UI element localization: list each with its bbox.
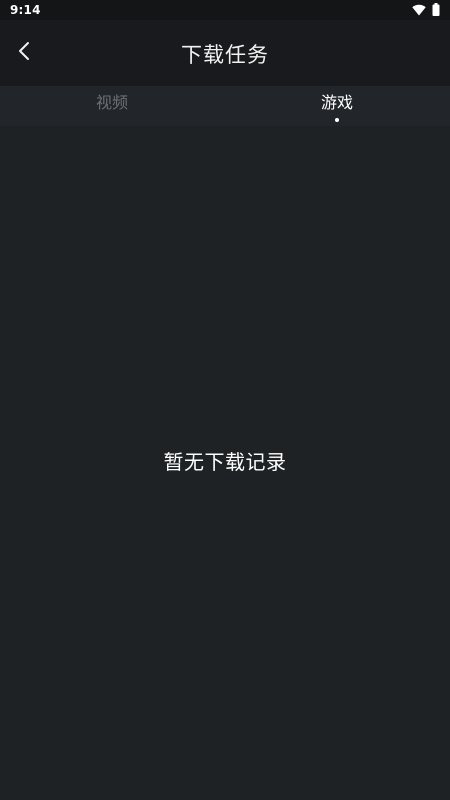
battery-icon (432, 1, 440, 20)
tab-bar: 视频 游戏 (0, 86, 450, 126)
status-icons (412, 1, 440, 20)
status-bar: 9:14 (0, 0, 450, 20)
tab-video[interactable]: 视频 (72, 93, 152, 125)
page-title: 下载任务 (181, 43, 269, 67)
tab-game-label: 游戏 (320, 93, 353, 112)
active-tab-indicator (335, 118, 339, 122)
download-tasks-screen: 9:14 下载任务 视频 游戏 暂无下载记录 (0, 0, 450, 800)
wifi-icon (412, 1, 426, 20)
header: 下载任务 (0, 20, 450, 86)
tab-video-label: 视频 (95, 93, 128, 112)
empty-state-message: 暂无下载记录 (163, 450, 287, 474)
tab-game[interactable]: 游戏 (297, 93, 377, 125)
status-time: 9:14 (10, 3, 41, 17)
